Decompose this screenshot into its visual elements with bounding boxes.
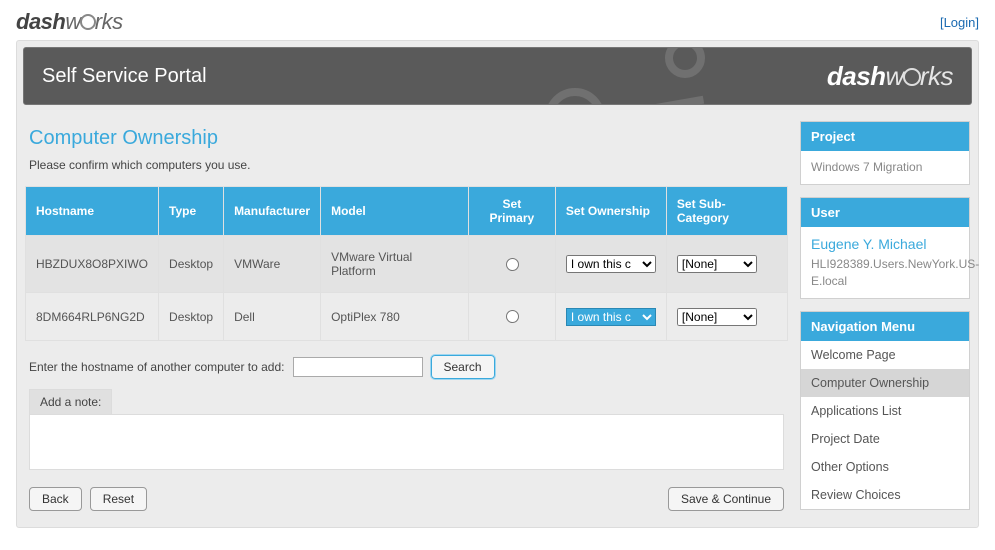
hero-decor-icon: [545, 47, 785, 105]
brand-logo-hero: dashwrks: [827, 61, 953, 92]
cell-manufacturer: Dell: [224, 293, 321, 341]
page-intro: Please confirm which computers you use.: [29, 158, 788, 172]
page-container: Self Service Portal dashwrks Computer Ow…: [16, 40, 979, 528]
primary-radio[interactable]: [506, 258, 519, 271]
subcategory-select[interactable]: [None]: [677, 308, 757, 326]
col-setsubcat: Set Sub-Category: [666, 187, 787, 236]
reset-button[interactable]: Reset: [90, 487, 147, 511]
add-computer-label: Enter the hostname of another computer t…: [29, 360, 285, 374]
nav-item-review-choices[interactable]: Review Choices: [801, 481, 969, 509]
table-header-row: Hostname Type Manufacturer Model Set Pri…: [26, 187, 788, 236]
user-detail: HLI928389.Users.NewYork.US-E.local: [811, 257, 979, 288]
cell-manufacturer: VMWare: [224, 236, 321, 293]
computers-table: Hostname Type Manufacturer Model Set Pri…: [25, 186, 788, 341]
brand-w: w: [65, 9, 80, 34]
project-panel-title: Project: [801, 122, 969, 151]
nav-item-computer-ownership[interactable]: Computer Ownership: [801, 369, 969, 397]
nav-panel: Navigation Menu Welcome Page Computer Ow…: [800, 311, 970, 510]
hostname-input[interactable]: [293, 357, 423, 377]
col-hostname: Hostname: [26, 187, 159, 236]
col-setprimary: Set Primary: [468, 187, 555, 236]
brand-dash-text: dash: [16, 9, 65, 34]
nav-panel-title: Navigation Menu: [801, 312, 969, 341]
project-value: Windows 7 Migration: [801, 151, 969, 184]
col-setownership: Set Ownership: [555, 187, 666, 236]
table-row: HBZDUX8O8PXIWO Desktop VMWare VMware Vir…: [26, 236, 788, 293]
col-type: Type: [159, 187, 224, 236]
action-buttons-row: Back Reset Save & Continue: [29, 487, 784, 511]
table-row: 8DM664RLP6NG2D Desktop Dell OptiPlex 780…: [26, 293, 788, 341]
cell-model: VMware Virtual Platform: [321, 236, 469, 293]
note-label: Add a note:: [29, 389, 112, 414]
brand-o-icon: [903, 68, 921, 86]
main-pane: Computer Ownership Please confirm which …: [25, 121, 788, 511]
back-button[interactable]: Back: [29, 487, 82, 511]
hero-banner: Self Service Portal dashwrks: [23, 47, 972, 105]
cell-hostname: HBZDUX8O8PXIWO: [26, 236, 159, 293]
brand-logo: dashwrks: [16, 9, 123, 35]
nav-item-applications[interactable]: Applications List: [801, 397, 969, 425]
ownership-select[interactable]: I own this c: [566, 308, 656, 326]
page-title: Computer Ownership: [29, 127, 788, 150]
ownership-select[interactable]: I own this c: [566, 255, 656, 273]
user-panel-title: User: [801, 198, 969, 227]
hero-title: Self Service Portal: [42, 65, 207, 88]
nav-item-welcome[interactable]: Welcome Page: [801, 341, 969, 369]
subcategory-select[interactable]: [None]: [677, 255, 757, 273]
col-model: Model: [321, 187, 469, 236]
add-computer-row: Enter the hostname of another computer t…: [29, 355, 784, 379]
note-section: Add a note:: [29, 389, 784, 473]
col-manufacturer: Manufacturer: [224, 187, 321, 236]
cell-type: Desktop: [159, 236, 224, 293]
nav-item-project-date[interactable]: Project Date: [801, 425, 969, 453]
cell-type: Desktop: [159, 293, 224, 341]
save-continue-button[interactable]: Save & Continue: [668, 487, 784, 511]
note-textarea[interactable]: [29, 414, 784, 470]
top-bar: dashwrks [Login]: [0, 0, 995, 40]
nav-item-other-options[interactable]: Other Options: [801, 453, 969, 481]
project-panel: Project Windows 7 Migration: [800, 121, 970, 185]
primary-radio[interactable]: [506, 310, 519, 323]
cell-hostname: 8DM664RLP6NG2D: [26, 293, 159, 341]
brand-o-icon: [80, 14, 96, 30]
brand-works-text: rks: [95, 9, 123, 34]
search-button[interactable]: Search: [431, 355, 495, 379]
nav-list: Welcome Page Computer Ownership Applicat…: [801, 341, 969, 509]
cell-model: OptiPlex 780: [321, 293, 469, 341]
user-panel: User Eugene Y. Michael HLI928389.Users.N…: [800, 197, 970, 299]
sidebar: Project Windows 7 Migration User Eugene …: [800, 121, 970, 510]
login-link[interactable]: [Login]: [940, 15, 979, 30]
user-name-link[interactable]: Eugene Y. Michael: [811, 235, 959, 255]
